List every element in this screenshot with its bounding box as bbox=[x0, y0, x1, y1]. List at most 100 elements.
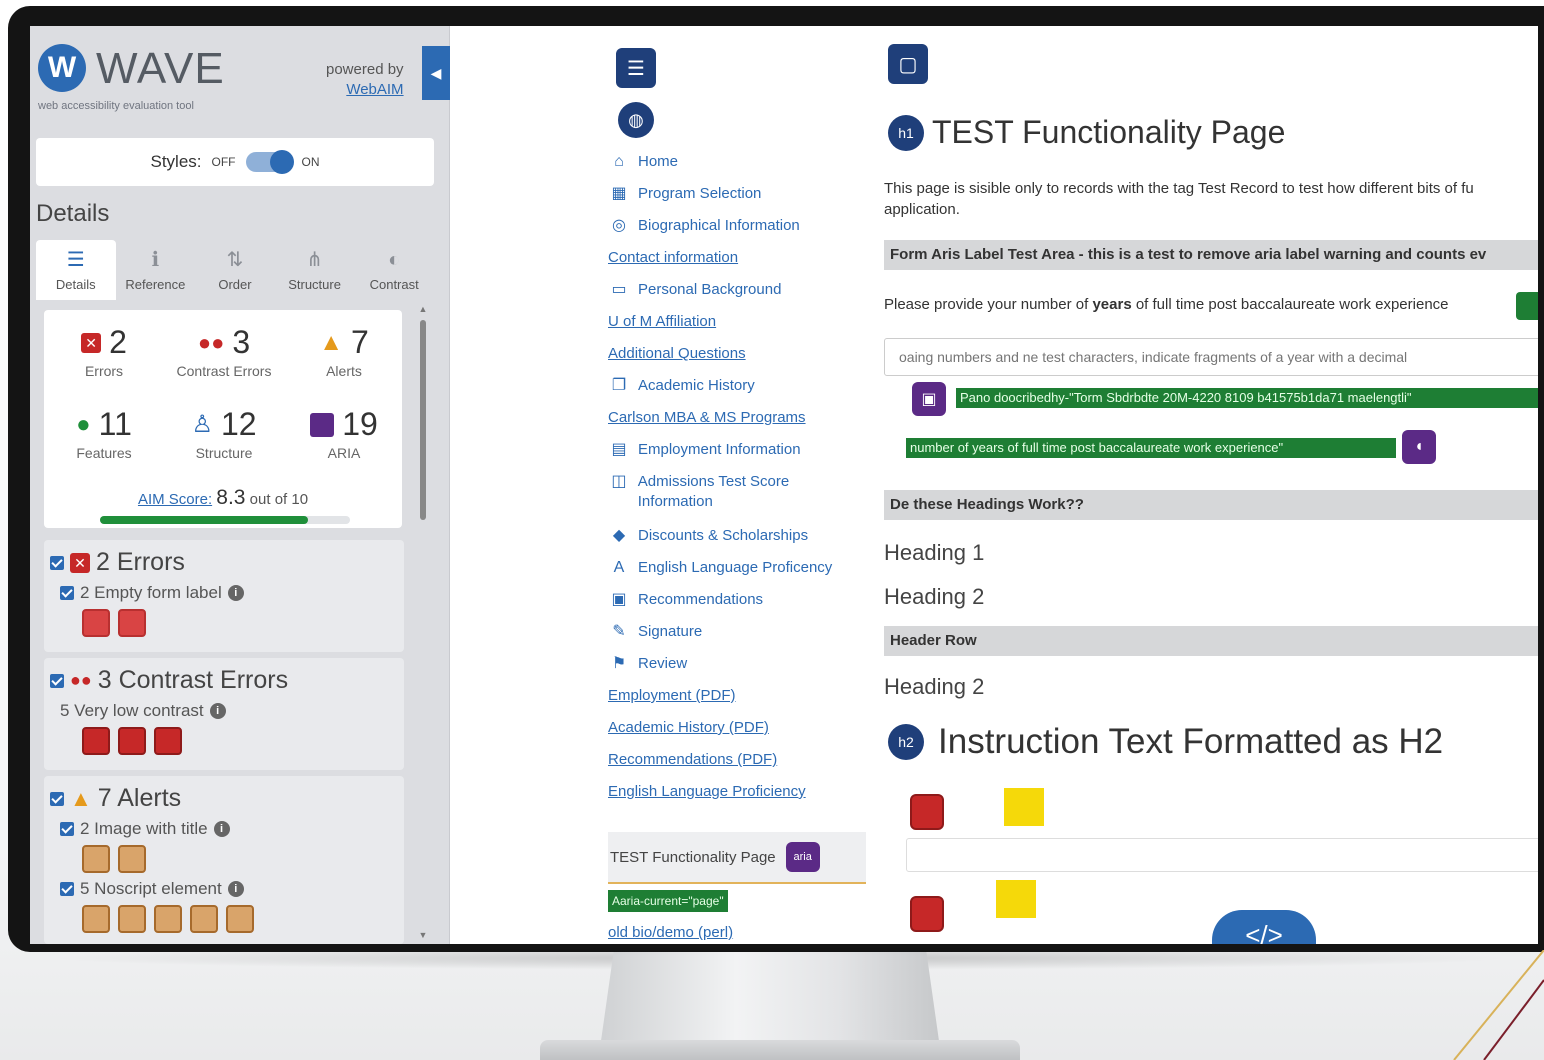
empty-label-error-icon[interactable] bbox=[910, 896, 944, 932]
image-title-checkbox[interactable] bbox=[60, 822, 74, 836]
nav-item-contact[interactable]: Contact information bbox=[608, 248, 866, 268]
aim-score: AIM Score: 8.3 out of 10 bbox=[44, 486, 402, 510]
nav-item-english-proficiency[interactable]: English Language Proficiency bbox=[608, 782, 866, 802]
nav-item-personal[interactable]: ▭ Personal Background bbox=[608, 280, 866, 300]
aria-describedby-icon[interactable]: ▣ bbox=[912, 382, 946, 416]
stat-structure[interactable]: ♙ 12 Structure bbox=[164, 406, 284, 461]
noscript-icon[interactable] bbox=[82, 905, 110, 933]
scroll-thumb[interactable] bbox=[420, 320, 426, 520]
contrast-count: 3 bbox=[232, 324, 251, 360]
empty-label-checkbox[interactable] bbox=[60, 586, 74, 600]
screen: W WAVE web accessibility evaluation tool… bbox=[30, 26, 1538, 944]
tab-structure[interactable]: ⋔ Structure bbox=[275, 240, 355, 300]
stat-aria[interactable]: 19 ARIA bbox=[284, 406, 404, 461]
noscript-checkbox[interactable] bbox=[60, 882, 74, 896]
nav-label: Employment (PDF) bbox=[608, 687, 736, 704]
empty-label-icon[interactable] bbox=[82, 609, 110, 637]
sidebar-scrollbar[interactable]: ▲ ▼ bbox=[418, 304, 428, 944]
info-icon[interactable]: i bbox=[227, 585, 244, 601]
image-title-icon[interactable] bbox=[82, 845, 110, 873]
code-toggle-button[interactable]: </> bbox=[1212, 910, 1316, 944]
aim-score-link[interactable]: AIM Score: bbox=[138, 491, 212, 508]
nav-item-employment[interactable]: ▤ Employment Information bbox=[608, 440, 866, 460]
info-icon[interactable]: i bbox=[209, 703, 226, 719]
stat-features[interactable]: ● 11 Features bbox=[44, 406, 164, 461]
nav-item-academic[interactable]: ❐ Academic History bbox=[608, 376, 866, 396]
stat-alerts[interactable]: ▲ 7 Alerts bbox=[284, 324, 404, 379]
globe-icon[interactable]: ◍ bbox=[618, 102, 654, 138]
nav-item-employment-pdf[interactable]: Employment (PDF) bbox=[608, 686, 866, 706]
nav-item-recommendations[interactable]: ▣ Recommendations bbox=[608, 590, 866, 610]
contrast-icon[interactable] bbox=[82, 727, 110, 755]
noscript-icon[interactable] bbox=[226, 905, 254, 933]
alerts-checkbox[interactable] bbox=[50, 791, 64, 806]
nav-item-admissions[interactable]: ◫ Admissions Test Score Information bbox=[608, 472, 866, 512]
tab-order[interactable]: ⇅ Order bbox=[195, 240, 275, 300]
webaim-link[interactable]: WebAIM bbox=[326, 80, 403, 100]
toggle-knob bbox=[269, 150, 294, 174]
nav-item-affiliation[interactable]: U of M Affiliation bbox=[608, 312, 866, 332]
tab-reference[interactable]: ℹ Reference bbox=[116, 240, 196, 300]
nav-item-old-bio[interactable]: old bio/demo (perl) bbox=[608, 924, 733, 941]
current-page-label: TEST Functionality Page bbox=[610, 848, 776, 866]
image-title-icon[interactable] bbox=[118, 845, 146, 873]
nav-item-academic-pdf[interactable]: Academic History (PDF) bbox=[608, 718, 866, 738]
tab-contrast[interactable]: ◐ Contrast bbox=[354, 240, 434, 300]
noscript-text: 5 Noscript element bbox=[80, 879, 222, 898]
nav-item-recommendations-pdf[interactable]: Recommendations (PDF) bbox=[608, 750, 866, 770]
h1-badge-icon[interactable]: h1 bbox=[888, 114, 924, 151]
stat-errors[interactable]: ✕ 2 Errors bbox=[44, 324, 164, 379]
scroll-down-icon[interactable]: ▼ bbox=[418, 930, 428, 940]
nav-item-current[interactable]: TEST Functionality Page aria bbox=[608, 832, 866, 884]
heading-2: Heading 2 bbox=[884, 584, 985, 609]
list-structure-icon[interactable]: ☰ bbox=[616, 48, 656, 88]
powered-by: powered by WebAIM bbox=[326, 60, 404, 100]
nav-item-additional[interactable]: Additional Questions bbox=[608, 344, 866, 364]
nav-item-biographical[interactable]: ◎ Biographical Information bbox=[608, 216, 866, 236]
noscript-icon[interactable] bbox=[190, 905, 218, 933]
nav-label: Recommendations (PDF) bbox=[608, 751, 778, 768]
years-input[interactable] bbox=[884, 338, 1538, 376]
noscript-icon[interactable] bbox=[154, 905, 182, 933]
contrast-icon[interactable] bbox=[118, 727, 146, 755]
noscript-icon[interactable] bbox=[118, 905, 146, 933]
nav-item-carlson[interactable]: Carlson MBA & MS Programs bbox=[608, 408, 866, 428]
contrast-checkbox[interactable] bbox=[50, 673, 64, 688]
contrast-icon[interactable] bbox=[154, 727, 182, 755]
styles-toggle[interactable] bbox=[245, 150, 294, 174]
nav-item-english[interactable]: A English Language Proficency bbox=[608, 558, 866, 578]
empty-label-icon[interactable] bbox=[118, 609, 146, 637]
errors-group-title: 2 Errors bbox=[96, 548, 185, 576]
text-field[interactable] bbox=[906, 838, 1538, 872]
nav-item-program-selection[interactable]: ▦ Program Selection bbox=[608, 184, 866, 204]
empty-label-error-icon[interactable] bbox=[910, 794, 944, 830]
stat-contrast[interactable]: ●● 3 Contrast Errors bbox=[164, 324, 284, 379]
h2-badge-icon[interactable]: h2 bbox=[888, 724, 924, 760]
label-feature-icon[interactable] bbox=[1516, 292, 1538, 320]
errors-caption: Errors bbox=[84, 363, 124, 379]
nav-item-discounts[interactable]: ◆ Discounts & Scholarships bbox=[608, 526, 866, 546]
tab-details[interactable]: ☰ Details bbox=[36, 240, 116, 300]
aria-label-icon[interactable]: ◖ bbox=[1402, 430, 1436, 464]
nav-item-review[interactable]: ⚑ Review bbox=[608, 654, 866, 674]
feature-icon: ● bbox=[76, 410, 91, 438]
building-icon: ▤ bbox=[611, 441, 627, 458]
info-icon[interactable]: i bbox=[213, 821, 230, 837]
nav-label: Academic History (PDF) bbox=[608, 719, 769, 736]
region-icon[interactable]: ▢ bbox=[888, 44, 928, 84]
alerts-caption: Alerts bbox=[326, 363, 362, 379]
nav-item-signature[interactable]: ✎ Signature bbox=[608, 622, 866, 642]
nav-label: U of M Affiliation bbox=[608, 313, 717, 330]
card-icon: ▭ bbox=[611, 281, 627, 298]
errors-checkbox[interactable] bbox=[50, 555, 64, 570]
nav-item-home[interactable]: ⌂ Home bbox=[608, 152, 866, 172]
application-nav: ☰ ◍ ⌂ Home ▦ Program Selection ◎ Biographic… bbox=[608, 48, 868, 941]
scroll-up-icon[interactable]: ▲ bbox=[418, 304, 428, 314]
aim-score-fill bbox=[100, 516, 308, 524]
info-icon[interactable]: i bbox=[227, 881, 244, 897]
calendar-icon: ▣ bbox=[611, 591, 627, 608]
wave-sidebar: W WAVE web accessibility evaluation tool… bbox=[30, 26, 450, 944]
aim-score-bar bbox=[100, 516, 350, 524]
collapse-sidebar-button[interactable]: ◀ bbox=[422, 46, 450, 100]
aria-badge-icon[interactable]: aria bbox=[785, 842, 820, 872]
